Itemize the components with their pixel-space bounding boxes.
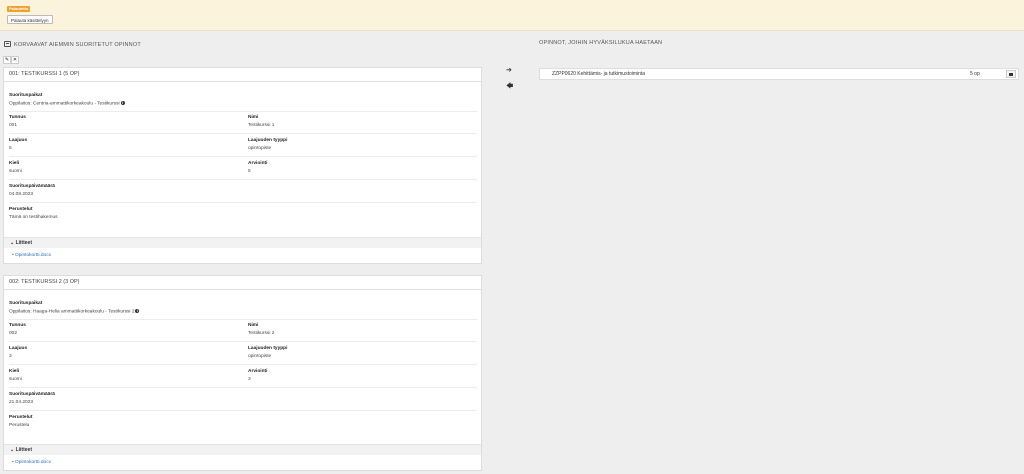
language-value: suomi [9,169,22,174]
date-value: 21.04.2023 [9,400,34,405]
remove-button[interactable]: ✕ [11,56,19,64]
folder-icon[interactable] [1006,70,1016,78]
language-label: Kieli [9,161,20,166]
attachment-link[interactable]: • Opintokortti.docx [12,253,51,258]
divider [9,319,477,320]
status-badge: Palautettu [7,6,31,12]
place-value: Oppilaitos: Centria-ammattikorkeakoulu -… [9,101,125,107]
divider [9,133,477,134]
reasons-value: Perustelu [9,423,30,428]
divider [9,202,477,203]
course-card-header: 001: TESTIKURSSI 1 (5 OP) [4,68,481,82]
date-label: Suorituspäivämäärä [9,392,55,397]
right-section-title: OPINNOT, JOIHIN HYVÄKSILUKUA HAETAAN [539,40,663,46]
course-card-2: 002: TESTIKURSSI 2 (3 OP) Suorituspaikat… [3,275,482,471]
attachments-toggle[interactable]: ⌄ Liitteet [4,444,481,455]
code-label: Tunnus [9,115,26,120]
divider [9,341,477,342]
grade-value: 3 [248,377,251,382]
reasons-label: Perustelut [9,415,33,420]
language-label: Kieli [9,369,20,374]
divider [9,364,477,365]
info-icon[interactable]: i [135,309,140,313]
name-label: Nimi [248,115,259,120]
name-label: Nimi [248,323,259,328]
grade-label: Arviointi [248,161,268,166]
scope-type-value: opintopiste [248,354,272,359]
date-label: Suorituspäivämäärä [9,184,55,189]
edit-button[interactable]: ✎ [3,56,11,64]
scope-type-label: Laajuuden tyyppi [248,138,288,143]
divider [9,111,477,112]
reasons-label: Perustelut [9,207,33,212]
target-course-credits: 5 op [970,71,980,77]
target-course-name: ZZPP0620 Kehittämis- ja tutkimustoiminta [552,71,646,77]
course-card-header: 002: TESTIKURSSI 2 (3 OP) [4,276,481,290]
return-to-processing-button[interactable]: Palauta käsittelyyn [7,15,53,24]
scope-label: Laajuus [9,346,28,351]
target-course-row: ZZPP0620 Kehittämis- ja tutkimustoiminta… [539,68,1019,80]
arrow-right-icon[interactable]: ➔ [506,67,512,74]
close-icon: ✕ [12,57,18,63]
place-value: Oppilaitos: Haaga-Helia ammattikorkeakou… [9,309,140,315]
attachments-toggle[interactable]: ⌄ Liitteet [4,237,481,248]
scope-value: 3 [9,354,12,359]
places-label: Suorituspaikat [9,301,43,306]
notification-bar: Palautettu Palauta käsittelyyn [0,0,1024,31]
reasons-value: Tämä on testihakemus [9,215,58,220]
language-value: suomi [9,377,22,382]
code-value: 001 [9,123,18,128]
attachment-link[interactable]: • Opintokortti.docx [12,460,51,465]
name-value: Testikurssi 1 [248,123,275,128]
date-value: 04.08.2023 [9,192,34,197]
grade-label: Arviointi [248,369,268,374]
scope-label: Laajuus [9,138,28,143]
divider [9,179,477,180]
course-card-1: 001: TESTIKURSSI 1 (5 OP) Suorituspaikat… [3,67,482,264]
info-icon[interactable]: i [120,101,125,105]
divider [9,410,477,411]
name-value: Testikurssi 2 [248,331,275,336]
code-value: 002 [9,331,18,336]
scope-value: 5 [9,146,12,151]
divider [9,156,477,157]
scope-type-value: opintopiste [248,146,272,151]
places-label: Suorituspaikat [9,93,43,98]
divider [9,387,477,388]
document-icon [4,41,11,47]
arrow-left-icon[interactable]: 🡄 [506,83,513,90]
left-section-title: KORVAAVAT AIEMMIN SUORITETUT OPINNOT [14,42,141,48]
scope-type-label: Laajuuden tyyppi [248,346,288,351]
pencil-icon: ✎ [4,57,10,63]
grade-value: 5 [248,169,251,174]
code-label: Tunnus [9,323,26,328]
